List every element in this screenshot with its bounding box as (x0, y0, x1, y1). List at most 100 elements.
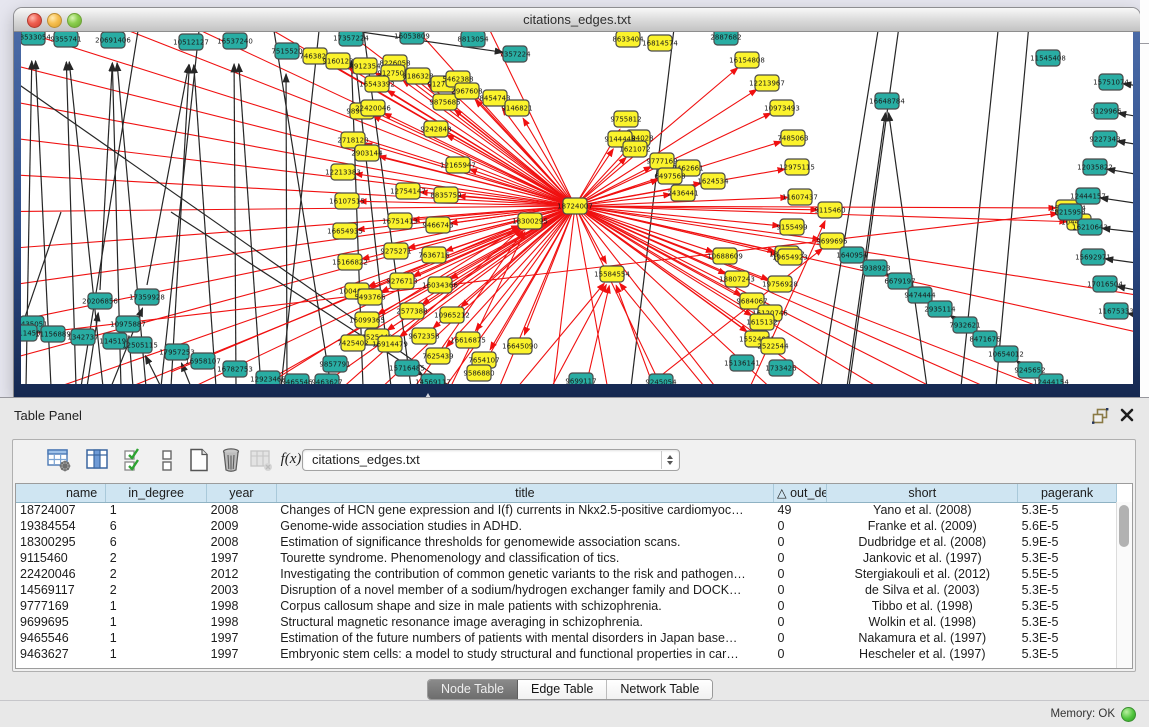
cell[interactable]: 1997 (207, 630, 277, 646)
graph-node[interactable]: 12505115 (122, 337, 158, 353)
cell[interactable]: Tourette syndrome. Phenomenology and cla… (276, 550, 773, 566)
graph-node[interactable]: 16034366 (422, 277, 458, 293)
cell[interactable]: Structural magnetic resonance image aver… (276, 614, 773, 630)
cell[interactable]: 5.6E-5 (1018, 518, 1117, 534)
select-rows-icon[interactable] (121, 446, 149, 474)
graph-node[interactable]: 8471676 (969, 331, 1001, 347)
cell[interactable]: 0 (774, 614, 827, 630)
cell[interactable]: Yano et al. (2008) (827, 502, 1018, 518)
graph-node[interactable]: 7515520 (271, 43, 302, 59)
graph-node[interactable]: 8633404 (612, 32, 644, 47)
tab-node-table[interactable]: Node Table (428, 680, 518, 699)
graph-edge[interactable] (551, 206, 575, 384)
table-row[interactable]: 977716911998Corpus callosum shape and si… (16, 598, 1117, 614)
graph-node[interactable]: 7485063 (777, 130, 808, 146)
graph-node[interactable]: 12213967 (749, 75, 785, 91)
graph-edge[interactable] (575, 206, 851, 384)
graph-node[interactable]: 11675333 (1098, 303, 1133, 319)
network-canvas[interactable]: 1872400718533054935574120691406105121271… (21, 32, 1133, 384)
graph-node[interactable]: 9227343 (1089, 131, 1120, 147)
cell[interactable]: 1997 (207, 550, 277, 566)
graph-edge[interactable] (575, 206, 731, 384)
cell[interactable]: 2 (106, 582, 207, 598)
table-row[interactable]: 1872400712008Changes of HCN gene express… (16, 502, 1117, 518)
graph-node[interactable]: 12975115 (779, 159, 815, 175)
cell[interactable]: 19384554 (16, 518, 106, 534)
cell[interactable]: 2003 (207, 582, 277, 598)
graph-node[interactable]: 1342737 (67, 329, 98, 345)
graph-node[interactable]: 2903144 (351, 145, 383, 161)
graph-node[interactable]: 7425402 (337, 335, 368, 351)
graph-node[interactable]: 16958107 (185, 353, 221, 369)
cell[interactable]: Franke et al. (2009) (827, 518, 1018, 534)
table-mode-icon[interactable] (45, 446, 73, 474)
graph-node[interactable]: 9699117 (565, 373, 596, 384)
graph-node[interactable]: 19756928 (762, 276, 798, 292)
cell[interactable]: 14569117 (16, 582, 106, 598)
graph-node[interactable]: 16154808 (729, 52, 765, 68)
graph-node[interactable]: 12165947 (440, 157, 476, 173)
cell[interactable]: Stergiakouli et al. (2012) (827, 566, 1018, 582)
graph-node[interactable]: 9857791 (319, 356, 350, 372)
graph-edge[interactable] (501, 283, 604, 384)
network-table-select[interactable]: citations_edges.txt (302, 449, 680, 471)
graph-node[interactable]: 8215958 (1054, 204, 1085, 220)
cell[interactable]: 5.3E-5 (1018, 630, 1117, 646)
cell[interactable]: Disruption of a novel member of a sodium… (276, 582, 773, 598)
cell[interactable]: Estimation of the future numbers of pati… (276, 630, 773, 646)
cell[interactable]: Nakamura et al. (1997) (827, 630, 1018, 646)
graph-edge[interactable] (849, 32, 901, 384)
graph-edge[interactable] (100, 63, 112, 290)
cell[interactable]: 5.9E-5 (1018, 534, 1117, 550)
tab-edge-table[interactable]: Edge Table (518, 680, 607, 699)
graph-node[interactable]: 5938923 (859, 260, 890, 276)
show-columns-icon[interactable] (83, 446, 111, 474)
function-builder-icon[interactable]: f(x) (277, 446, 305, 474)
cell[interactable]: Wolkin et al. (1998) (827, 614, 1018, 630)
cell[interactable]: Investigating the contribution of common… (276, 566, 773, 582)
graph-node[interactable]: 9276713 (386, 273, 417, 289)
graph-node[interactable]: 1624534 (697, 173, 729, 189)
graph-node[interactable]: 17359928 (129, 289, 165, 305)
cell[interactable]: 5.3E-5 (1018, 582, 1117, 598)
graph-node[interactable]: 19654923 (772, 249, 808, 265)
cell[interactable]: Tibbo et al. (1998) (827, 598, 1018, 614)
cell[interactable]: Embryonic stem cells: a model to study s… (276, 646, 773, 662)
cell[interactable]: Jankovic et al. (1997) (827, 550, 1018, 566)
table-row[interactable]: 946554611997Estimation of the future num… (16, 630, 1117, 646)
graph-node[interactable]: 18807243 (719, 271, 755, 287)
graph-node[interactable]: 1733426 (765, 360, 797, 376)
cell[interactable]: 0 (774, 534, 827, 550)
graph-node[interactable]: 15166822 (332, 254, 368, 270)
column-header-in-degree[interactable]: in_degree (106, 484, 207, 502)
graph-node[interactable]: 7357224 (499, 46, 531, 62)
graph-node[interactable]: 2935114 (924, 301, 956, 317)
graph-node[interactable]: 11156889 (35, 326, 71, 342)
graph-node[interactable]: 9586880 (463, 365, 494, 381)
graph-node[interactable]: 18300295 (512, 213, 548, 229)
memory-status-icon[interactable] (1121, 707, 1136, 722)
cell[interactable]: 5.3E-5 (1018, 550, 1117, 566)
graph-node[interactable]: 22420046 (355, 100, 391, 116)
cell[interactable]: Corpus callosum shape and size in male p… (276, 598, 773, 614)
graph-node[interactable]: 2887682 (710, 32, 741, 45)
cell[interactable]: 6 (106, 534, 207, 550)
cell[interactable]: 5.3E-5 (1018, 598, 1117, 614)
create-column-icon[interactable] (185, 446, 213, 474)
graph-node[interactable]: 16914479 (372, 336, 408, 352)
graph-node[interactable]: 9466743 (422, 217, 453, 233)
cell[interactable]: de Silva et al. (2003) (827, 582, 1018, 598)
graph-node[interactable]: 10965212 (434, 307, 470, 323)
cell[interactable]: 1997 (207, 646, 277, 662)
graph-node[interactable]: 9755812 (610, 111, 641, 127)
table-row[interactable]: 1938455462009Genome-wide association stu… (16, 518, 1117, 534)
tab-network-table[interactable]: Network Table (607, 680, 712, 699)
cell[interactable]: Changes of HCN gene expression and I(f) … (276, 502, 773, 518)
graph-node[interactable]: 9463627 (311, 374, 342, 384)
cell[interactable]: 9115460 (16, 550, 106, 566)
table-scrollbar-thumb[interactable] (1119, 505, 1129, 547)
graph-node[interactable]: 16210643 (1072, 219, 1108, 235)
graph-node[interactable]: 6497568 (654, 168, 685, 184)
table-row[interactable]: 911546021997Tourette syndrome. Phenomeno… (16, 550, 1117, 566)
cell[interactable]: 5.3E-5 (1018, 614, 1117, 630)
